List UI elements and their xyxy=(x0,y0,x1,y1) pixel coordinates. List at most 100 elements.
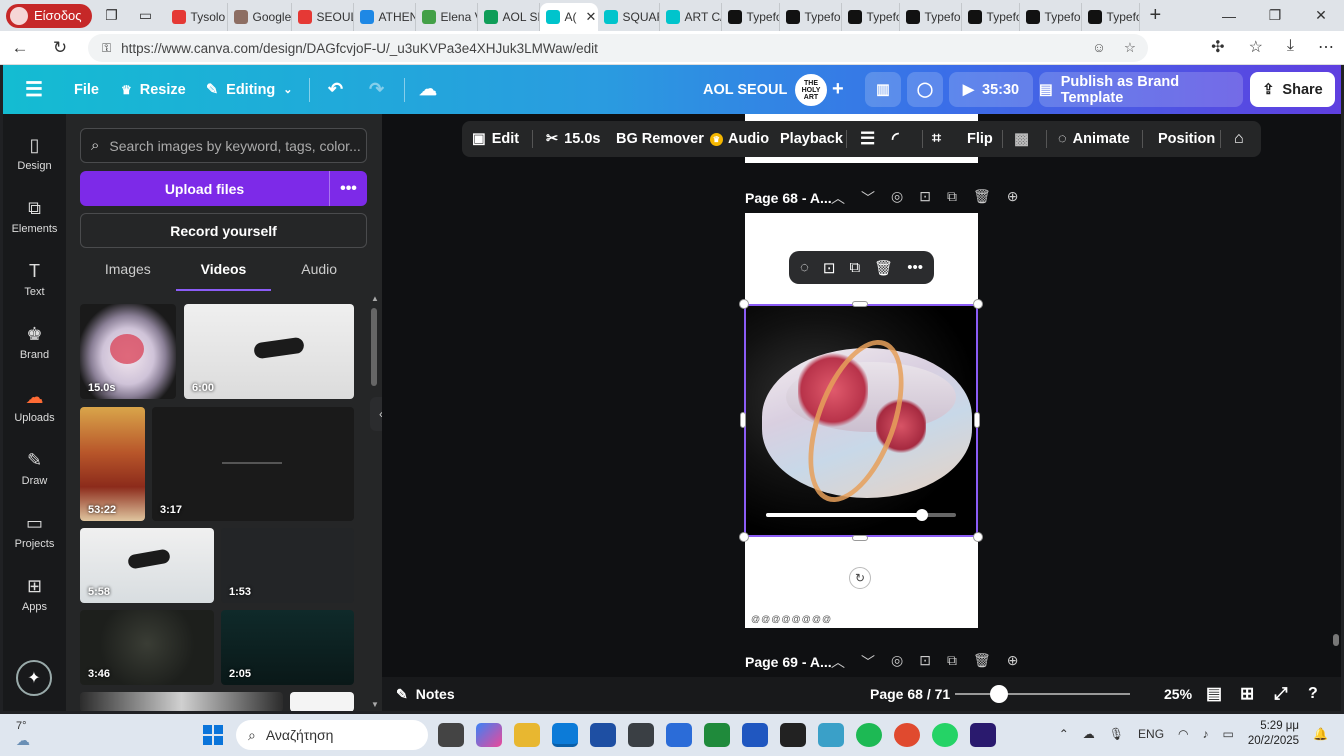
magic-assistant-icon[interactable]: ✦ xyxy=(16,660,52,696)
present-button[interactable]: ▶ 35:30 xyxy=(949,72,1033,107)
minimize-icon[interactable]: — xyxy=(1206,0,1252,31)
browser-tab[interactable]: SQUAR xyxy=(598,3,660,31)
search-input[interactable]: ⌕ Search images by keyword, tags, color.… xyxy=(80,128,367,163)
rotate-icon[interactable]: ↻ xyxy=(849,567,871,589)
delete-page-icon[interactable]: 🗑 xyxy=(973,188,991,208)
onedrive-icon[interactable]: ☁ xyxy=(1083,727,1095,741)
animate-button[interactable]: ◌ Animate xyxy=(1058,121,1130,157)
browser-tab[interactable]: Typefo xyxy=(962,3,1020,31)
start-button[interactable] xyxy=(203,725,223,745)
spotify-icon[interactable] xyxy=(856,723,882,747)
browser-menu-icon[interactable]: ⋯ xyxy=(1318,37,1334,57)
selected-video-element[interactable] xyxy=(744,304,978,537)
clock[interactable]: 5:29 μμ 20/2/2025 xyxy=(1248,719,1299,749)
resize-handle-top-left[interactable] xyxy=(739,299,749,309)
app-icon[interactable] xyxy=(628,723,654,747)
resize-handle-bottom[interactable] xyxy=(852,535,868,541)
video-thumbnail[interactable]: 2:05 xyxy=(221,610,354,685)
weather-widget[interactable]: 7° ☁ xyxy=(16,720,30,749)
restore-icon[interactable]: ❐ xyxy=(1252,0,1298,31)
cloud-saved-icon[interactable]: ☁ xyxy=(419,65,437,114)
flip-button[interactable]: Flip xyxy=(967,121,993,157)
favorites-icon[interactable]: ☆ xyxy=(1249,37,1263,57)
duplicate-page-icon[interactable]: ⧉ xyxy=(947,652,957,672)
thumbnail-view-icon[interactable]: ⊞ xyxy=(1240,677,1254,711)
border-style-icon[interactable]: ☰ xyxy=(860,121,875,157)
transparency-icon[interactable]: ▩ xyxy=(1014,121,1029,157)
video-thumbnail[interactable]: 6:00 xyxy=(184,304,354,399)
canvas-scrollbar-thumb[interactable] xyxy=(1333,634,1339,646)
resize-handle-top[interactable] xyxy=(852,301,868,307)
word-icon[interactable] xyxy=(742,723,768,747)
resize-handle-right[interactable] xyxy=(974,412,980,428)
app-icon[interactable] xyxy=(780,723,806,747)
video-thumbnail[interactable]: 15.0s xyxy=(80,304,176,399)
copy-style-icon[interactable]: ⌂ xyxy=(1234,121,1244,157)
app-icon[interactable] xyxy=(818,723,844,747)
premiere-icon[interactable] xyxy=(970,723,996,747)
store-icon[interactable] xyxy=(590,723,616,747)
panel-scroll-thumb[interactable] xyxy=(371,308,377,386)
volume-icon[interactable]: ♪ xyxy=(1203,727,1209,741)
rail-item-projects[interactable]: ▭ Projects xyxy=(3,512,66,550)
browser-tab[interactable]: ATHEN xyxy=(354,3,416,31)
workspaces-icon[interactable]: ❐ xyxy=(98,4,126,28)
record-yourself-button[interactable]: Record yourself xyxy=(80,213,367,248)
resize-handle-bottom-right[interactable] xyxy=(973,532,983,542)
zoom-slider-knob[interactable] xyxy=(989,685,1008,703)
team-avatar[interactable]: THE HOLY ART xyxy=(795,74,827,106)
notes-button[interactable]: ✎ Notes xyxy=(396,677,455,711)
new-tab-button[interactable]: + xyxy=(1150,4,1162,27)
page-title[interactable]: Page 68 - A... xyxy=(745,190,832,206)
tab-actions-icon[interactable]: ▭ xyxy=(132,4,160,28)
back-icon[interactable]: ← xyxy=(0,38,40,58)
close-tab-icon[interactable]: ✕ xyxy=(586,9,597,25)
downloads-icon[interactable]: ⤓ xyxy=(1287,37,1294,57)
notifications-icon[interactable]: 🔔 xyxy=(1313,727,1328,741)
upload-more-icon[interactable]: ••• xyxy=(330,171,367,206)
battery-icon[interactable]: ▭ xyxy=(1223,727,1234,741)
video-thumbnail[interactable]: 3:46 xyxy=(80,610,214,685)
lock-icon[interactable]: ⊡ xyxy=(823,259,836,277)
position-button[interactable]: Position xyxy=(1158,121,1215,157)
more-options-icon[interactable]: ••• xyxy=(907,259,923,276)
app-icon[interactable] xyxy=(894,723,920,747)
app-icon[interactable] xyxy=(666,723,692,747)
file-explorer-icon[interactable] xyxy=(514,723,540,747)
rail-item-uploads[interactable]: ☁ Uploads xyxy=(3,386,66,424)
profile-button[interactable]: Είσοδος xyxy=(6,3,92,28)
chevron-up-icon[interactable]: ︿ xyxy=(831,188,845,208)
task-view-icon[interactable] xyxy=(438,723,464,747)
video-thumbnail[interactable] xyxy=(80,692,283,711)
rail-item-text[interactable]: T Text xyxy=(3,260,66,298)
chevron-down-icon[interactable]: ﹀ xyxy=(861,652,875,672)
taskbar-search[interactable]: ⌕ Αναζήτηση xyxy=(236,720,428,750)
publish-brand-template-button[interactable]: ▤ Publish as Brand Template xyxy=(1039,72,1243,107)
url-field[interactable]: ⚿ https://www.canva.com/design/DAGfcvjoF… xyxy=(88,34,1148,62)
video-thumbnail[interactable] xyxy=(290,692,354,711)
hide-page-icon[interactable]: ◎ xyxy=(891,188,903,208)
video-thumbnail[interactable]: 5:58 xyxy=(80,528,214,603)
tray-overflow-icon[interactable]: ⌃ xyxy=(1059,727,1069,741)
panel-scrollbar[interactable]: ▲ ▼ xyxy=(371,294,379,709)
zoom-level[interactable]: 25% xyxy=(1164,677,1192,711)
page-title[interactable]: Page 69 - A... xyxy=(745,654,832,670)
browser-tab[interactable]: SEOUL xyxy=(292,3,354,31)
edit-video-button[interactable]: ▣ Edit xyxy=(472,121,519,157)
browser-tab[interactable]: Typefo xyxy=(900,3,962,31)
video-progress-knob[interactable] xyxy=(915,509,928,521)
comment-add-icon[interactable]: ◌ xyxy=(800,259,809,276)
editing-mode-dropdown[interactable]: ✎ Editing ⌄ xyxy=(206,65,293,114)
chevron-down-icon[interactable]: ﹀ xyxy=(861,188,875,208)
site-info-icon[interactable]: ⚿ xyxy=(102,41,111,56)
chevron-up-icon[interactable]: ︿ xyxy=(831,652,845,672)
video-thumbnail[interactable]: 53:22 xyxy=(80,407,145,521)
video-thumbnail[interactable]: 1:53 xyxy=(221,528,354,603)
edge-icon[interactable] xyxy=(552,723,578,747)
lock-icon[interactable]: ⊡ xyxy=(919,188,931,208)
browser-tab[interactable]: Typefo xyxy=(780,3,842,31)
browser-tab[interactable]: Google xyxy=(228,3,292,31)
scroll-down-icon[interactable]: ▼ xyxy=(371,700,379,709)
help-icon[interactable]: ? xyxy=(1308,677,1318,711)
duplicate-icon[interactable]: ⧉ xyxy=(849,259,860,276)
